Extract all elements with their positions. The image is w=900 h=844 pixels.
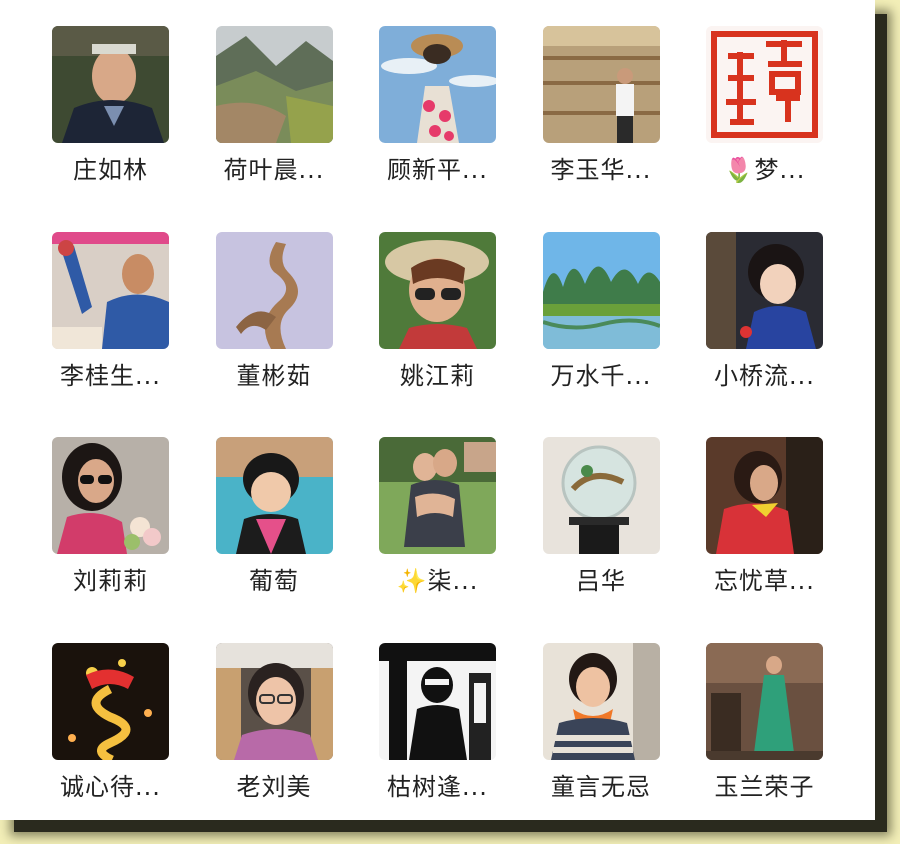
contact-name: 荷叶晨... bbox=[223, 156, 325, 184]
contact-name: 小桥流... bbox=[714, 361, 815, 390]
contact-name: 枯树逢... bbox=[387, 772, 488, 801]
child-pink-shirt-icon bbox=[215, 437, 333, 554]
contact-name: 李玉华... bbox=[550, 156, 652, 184]
man-waving-icon bbox=[52, 231, 169, 349]
contact-tile[interactable]: 董彬茹 bbox=[215, 231, 333, 422]
wood-sculpture-icon bbox=[215, 231, 333, 349]
portrait-man-jacket-icon bbox=[52, 26, 169, 143]
contact-name: 老刘美 bbox=[236, 772, 312, 801]
red-seal-stamp-icon bbox=[706, 26, 823, 143]
woman-red-coat-icon bbox=[706, 437, 823, 554]
contact-tile[interactable]: 诚心待... bbox=[52, 642, 169, 833]
contacts-panel: 庄如林 荷叶晨... 顾新平... 李玉华... 🌷梦... 李桂生... 董彬… bbox=[0, 0, 875, 820]
contact-tile[interactable]: 李玉华... bbox=[542, 26, 660, 216]
contact-tile[interactable]: 荷叶晨... bbox=[215, 26, 333, 216]
woman-glasses-train-icon bbox=[215, 642, 333, 760]
man-in-atrium-icon bbox=[542, 26, 660, 143]
little-girl-icon bbox=[706, 231, 823, 349]
bw-crowd-photo-icon bbox=[379, 642, 496, 760]
contact-name: 诚心待... bbox=[60, 772, 161, 801]
contact-tile[interactable]: 忘忧草... bbox=[706, 437, 823, 627]
woman-green-dress-icon bbox=[706, 642, 823, 760]
contact-tile[interactable]: 童言无忌 bbox=[542, 642, 660, 833]
woman-orange-scarf-icon bbox=[542, 642, 660, 760]
contact-name: 刘莉莉 bbox=[73, 567, 148, 595]
woman-sunhat-sunglasses-icon bbox=[379, 231, 496, 349]
contact-tile[interactable]: 刘莉莉 bbox=[52, 437, 169, 627]
contact-tile[interactable]: 小桥流... bbox=[706, 231, 823, 422]
contact-tile[interactable]: 老刘美 bbox=[215, 642, 333, 833]
contact-name: 李桂生... bbox=[60, 361, 161, 390]
contact-name: 庄如林 bbox=[73, 156, 148, 184]
contacts-grid: 庄如林 荷叶晨... 顾新平... 李玉华... 🌷梦... 李桂生... 董彬… bbox=[52, 26, 823, 833]
karst-lake-landscape-icon bbox=[542, 231, 660, 349]
contact-name: 董彬茹 bbox=[236, 361, 312, 390]
painted-plate-icon bbox=[542, 437, 660, 554]
contact-tile[interactable]: 葡萄 bbox=[215, 437, 333, 627]
contact-tile[interactable]: 庄如林 bbox=[52, 26, 169, 216]
contact-tile[interactable]: 🌷梦... bbox=[706, 26, 823, 216]
contact-name: 玉兰荣子 bbox=[714, 772, 815, 801]
contact-name: 忘忧草... bbox=[714, 567, 815, 595]
woman-sunglasses-flowers-icon bbox=[52, 437, 169, 554]
contact-name: 顾新平... bbox=[387, 156, 488, 184]
contact-tile[interactable]: 枯树逢... bbox=[379, 642, 496, 833]
contact-tile[interactable]: 万水千... bbox=[542, 231, 660, 422]
contact-tile[interactable]: 吕华 bbox=[542, 437, 660, 627]
contact-tile[interactable]: 顾新平... bbox=[379, 26, 496, 216]
contact-name: 童言无忌 bbox=[551, 772, 651, 801]
contact-name: ✨柒... bbox=[396, 567, 479, 595]
contact-name: 姚江莉 bbox=[400, 361, 475, 390]
girl-straw-hat-icon bbox=[379, 26, 496, 143]
dragon-lantern-icon bbox=[52, 642, 169, 760]
contact-tile[interactable]: ✨柒... bbox=[379, 437, 496, 627]
contact-tile[interactable]: 姚江莉 bbox=[379, 231, 496, 422]
contact-name: 万水千... bbox=[550, 361, 652, 390]
contact-name: 葡萄 bbox=[249, 567, 299, 595]
couple-hugging-icon bbox=[379, 437, 496, 554]
contact-tile[interactable]: 玉兰荣子 bbox=[706, 642, 823, 833]
contact-tile[interactable]: 李桂生... bbox=[52, 231, 169, 422]
mountain-river-icon bbox=[215, 26, 333, 143]
contact-name: 🌷梦... bbox=[723, 156, 806, 184]
contact-name: 吕华 bbox=[576, 567, 626, 595]
